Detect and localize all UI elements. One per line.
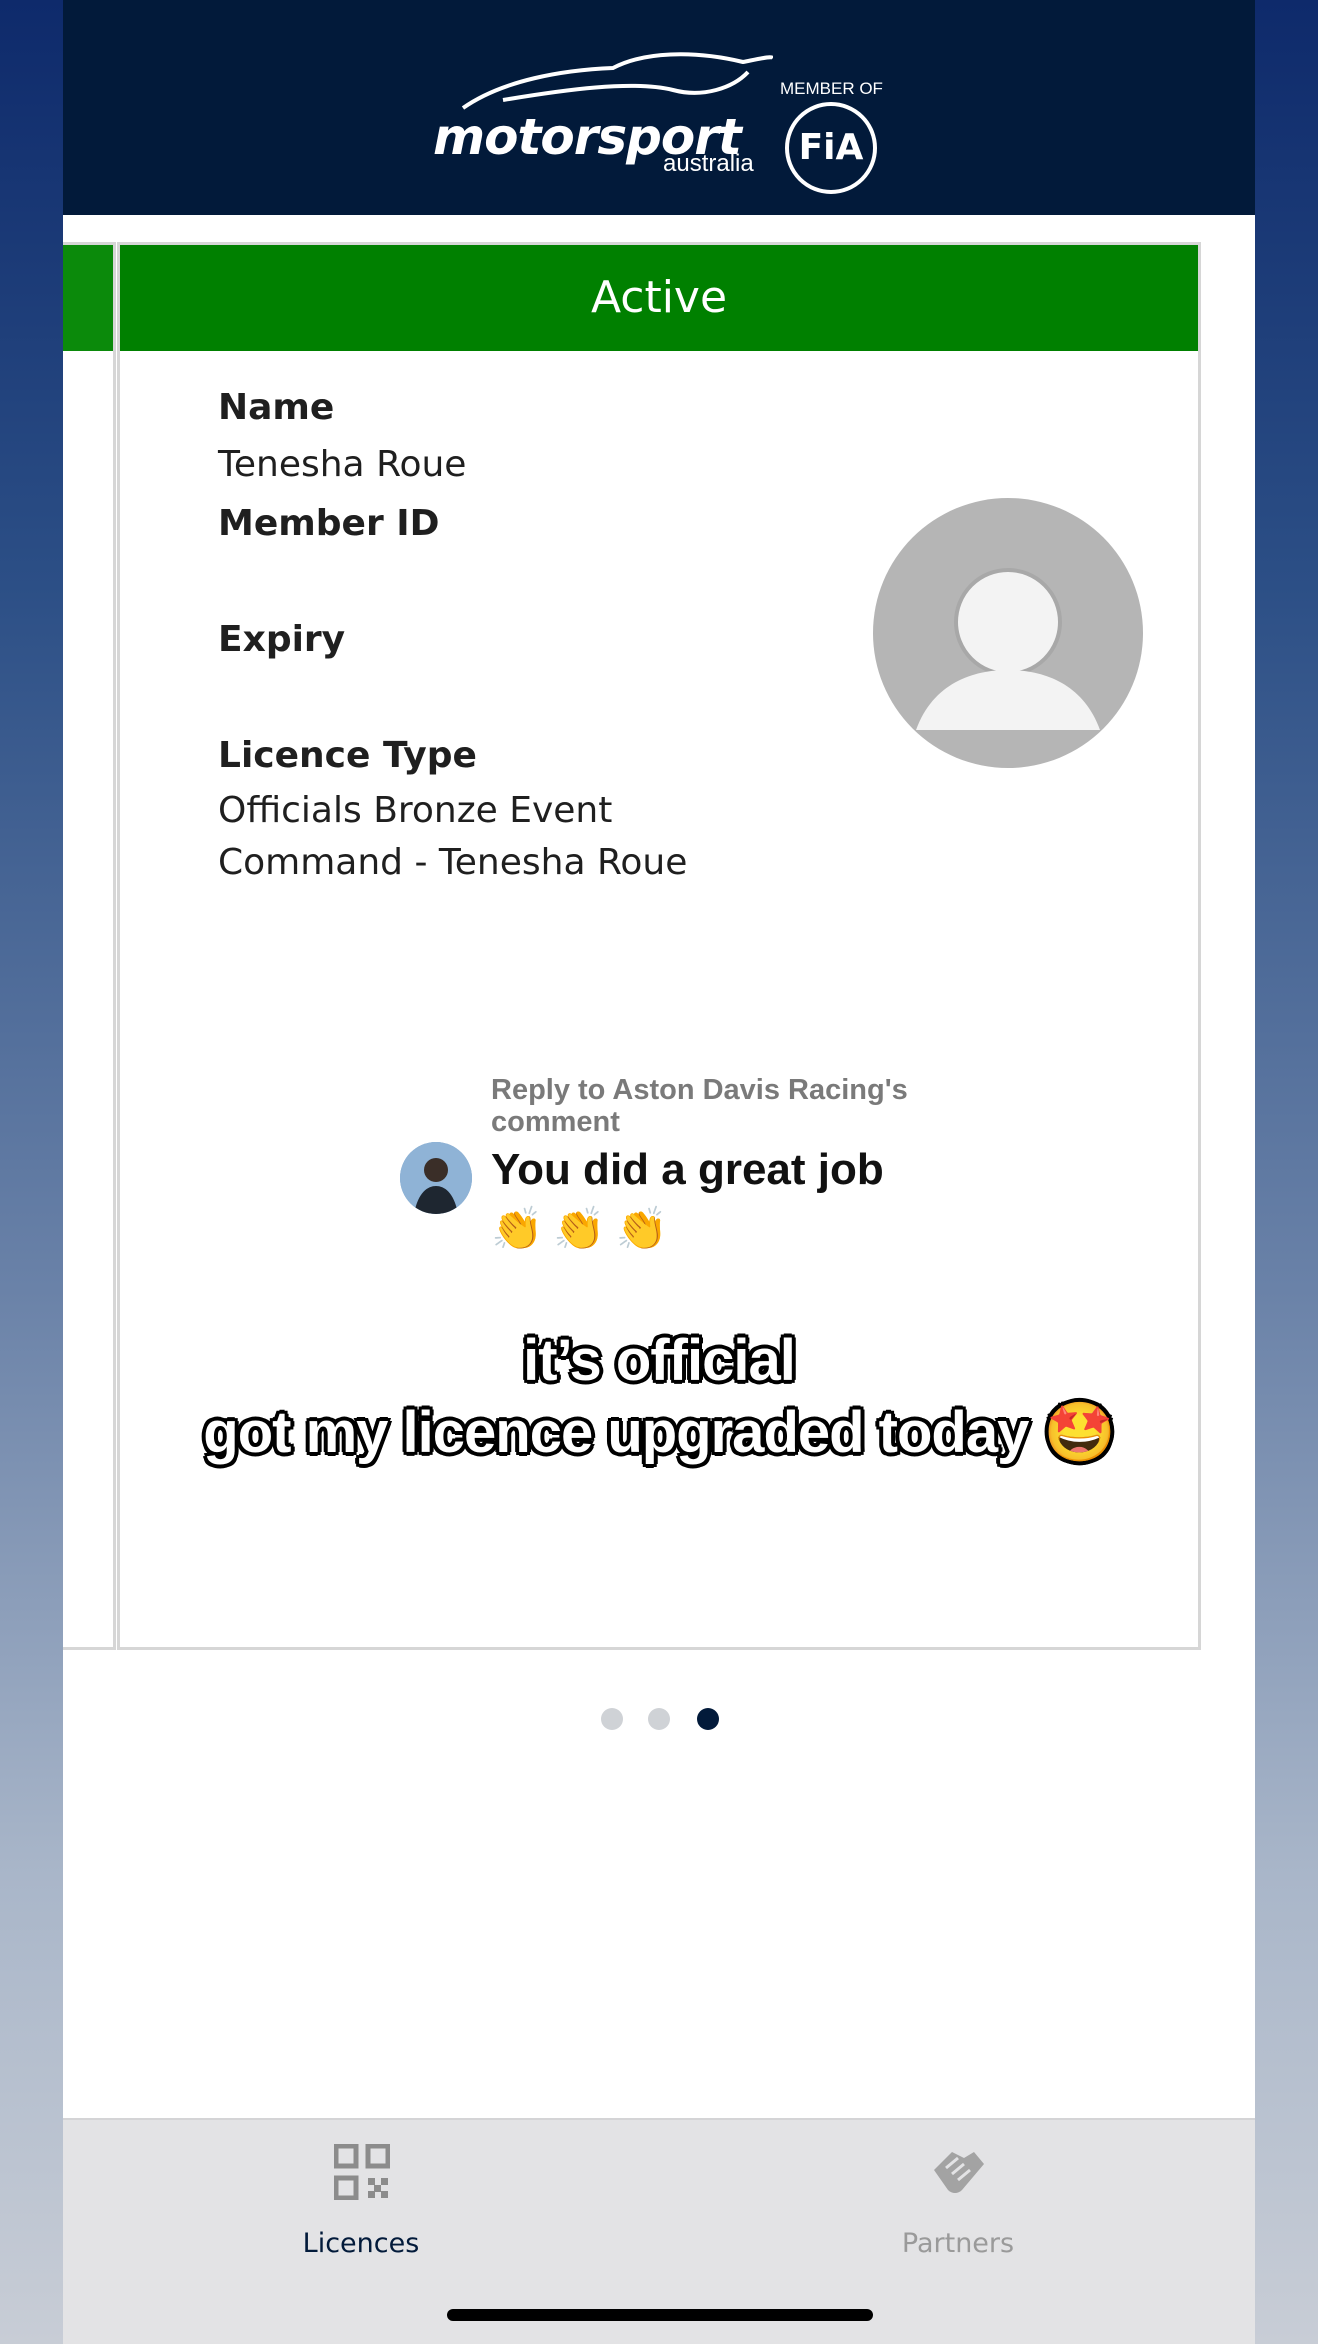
- page-dot-1[interactable]: [601, 1708, 623, 1730]
- clapping-hands-emoji: 👏👏👏: [491, 1205, 678, 1252]
- brand-subtitle: australia: [663, 150, 754, 177]
- qr-code-icon: [334, 2144, 390, 2200]
- tab-partners[interactable]: Partners: [808, 2120, 1108, 2270]
- tab-licences-label: Licences: [302, 2228, 420, 2259]
- handshake-icon: [934, 2152, 984, 2193]
- status-badge: Active: [120, 245, 1198, 351]
- tab-licences[interactable]: Licences: [211, 2120, 511, 2270]
- licence-type-value-line2: Command - Tenesha Roue: [218, 842, 688, 883]
- licence-type-label: Licence Type: [218, 735, 477, 776]
- home-indicator: [447, 2309, 873, 2321]
- reply-comment-sticker: Reply to Aston Davis Racing's comment Yo…: [378, 1034, 940, 1302]
- commenter-avatar: [400, 1142, 472, 1214]
- tab-partners-label: Partners: [901, 2228, 1015, 2259]
- app-header: motorsport australia MEMBER OF FiA: [63, 0, 1255, 215]
- page-dot-2[interactable]: [648, 1708, 670, 1730]
- default-profile-icon: [873, 498, 1143, 768]
- member-id-label: Member ID: [218, 503, 440, 544]
- expiry-label: Expiry: [218, 619, 346, 660]
- name-label: Name: [218, 387, 335, 428]
- reply-title: Reply to Aston Davis Racing's comment: [491, 1074, 908, 1138]
- fia-badge: FiA: [785, 102, 877, 194]
- name-value: Tenesha Roue: [218, 444, 467, 485]
- reply-comment-text: You did a great job: [491, 1145, 884, 1194]
- page-dot-3-active[interactable]: [697, 1708, 719, 1730]
- licence-type-value-line1: Officials Bronze Event: [218, 790, 613, 831]
- member-of-label: MEMBER OF: [780, 79, 883, 98]
- previous-card-status-band: [63, 245, 113, 351]
- page-indicator: [0, 1708, 1318, 1732]
- caption-line-1: it’s official: [523, 1328, 796, 1393]
- motorsport-australia-logo: motorsport australia MEMBER OF FiA: [433, 50, 893, 194]
- caption-line-2: got my licence upgraded today 🤩: [203, 1400, 1115, 1465]
